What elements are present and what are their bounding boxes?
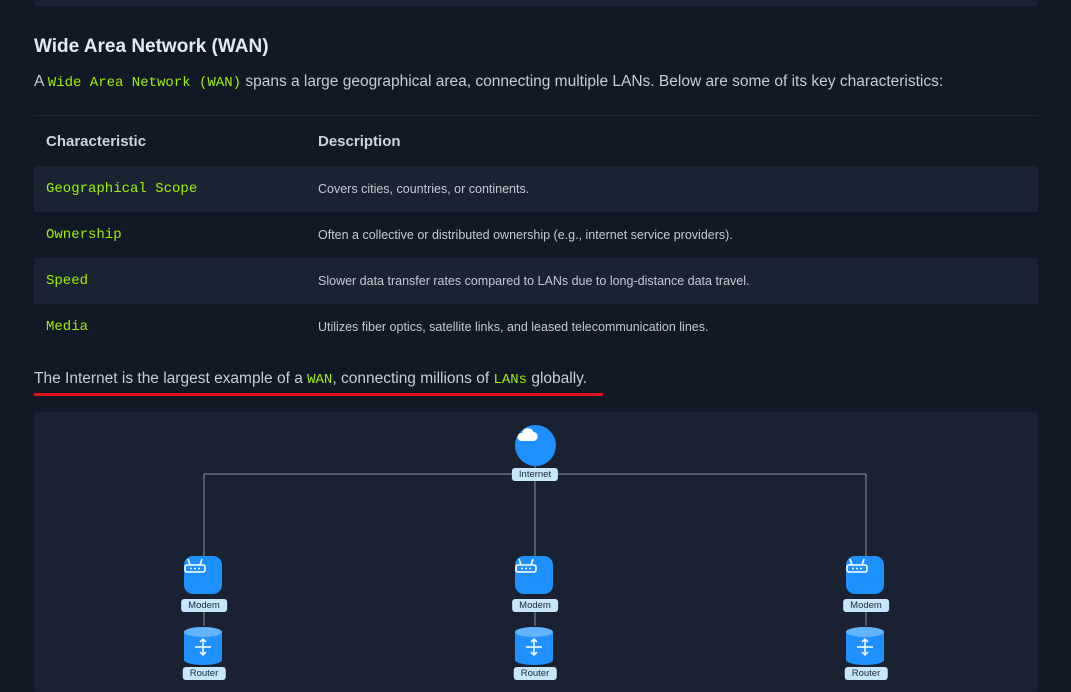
modem-icon xyxy=(846,556,884,594)
row-value: Often a collective or distributed owners… xyxy=(318,228,733,242)
table-row: Speed Slower data transfer rates compare… xyxy=(34,258,1038,304)
row-key: Media xyxy=(46,319,89,335)
intro-prefix: A xyxy=(34,73,48,90)
previous-section-bottom xyxy=(34,0,1038,6)
note-code-wan: WAN xyxy=(307,372,333,388)
header-characteristic: Characteristic xyxy=(46,132,147,150)
cloud-icon xyxy=(515,425,556,466)
intro-suffix: spans a large geographical area, connect… xyxy=(241,73,944,90)
router-icon xyxy=(846,626,884,665)
router-icon xyxy=(515,626,553,665)
table-row: Ownership Often a collective or distribu… xyxy=(34,212,1038,258)
note-text: The Internet is the largest example of a xyxy=(34,370,308,387)
router-label: Router xyxy=(182,667,226,680)
internet-label: Internet xyxy=(511,468,559,481)
header-description: Description xyxy=(318,132,401,150)
row-key: Speed xyxy=(34,258,306,304)
row-value: Slower data transfer rates compared to L… xyxy=(306,258,1038,304)
table-header-row: Characteristic Description xyxy=(34,116,1038,167)
wan-diagram: Internet Modem Router Modem Router Modem… xyxy=(34,412,1038,692)
note-text: , connecting millions of xyxy=(332,370,494,387)
table-row: Media Utilizes fiber optics, satellite l… xyxy=(34,304,1038,350)
note-code-lans: LANs xyxy=(493,372,528,388)
modem-label: Modem xyxy=(843,599,889,612)
row-value: Utilizes fiber optics, satellite links, … xyxy=(318,320,709,334)
characteristics-table: Characteristic Description Geographical … xyxy=(34,115,1038,350)
row-value: Covers cities, countries, or continents. xyxy=(306,166,1038,212)
section-title: Wide Area Network (WAN) xyxy=(34,36,269,57)
table-row: Geographical Scope Covers cities, countr… xyxy=(34,166,1038,212)
intro-paragraph: A Wide Area Network (WAN) spans a large … xyxy=(34,73,943,91)
modem-label: Modem xyxy=(512,599,558,612)
intro-code: Wide Area Network (WAN) xyxy=(47,75,242,91)
highlight-underline xyxy=(34,393,603,396)
note-text: globally. xyxy=(527,370,588,387)
row-key: Geographical Scope xyxy=(34,166,306,212)
router-label: Router xyxy=(844,667,888,680)
internet-note: The Internet is the largest example of a… xyxy=(34,370,587,388)
row-key: Ownership xyxy=(46,227,122,243)
modem-icon xyxy=(515,556,553,594)
modem-label: Modem xyxy=(181,599,227,612)
router-label: Router xyxy=(513,667,557,680)
modem-icon xyxy=(184,556,222,594)
router-icon xyxy=(184,626,222,665)
